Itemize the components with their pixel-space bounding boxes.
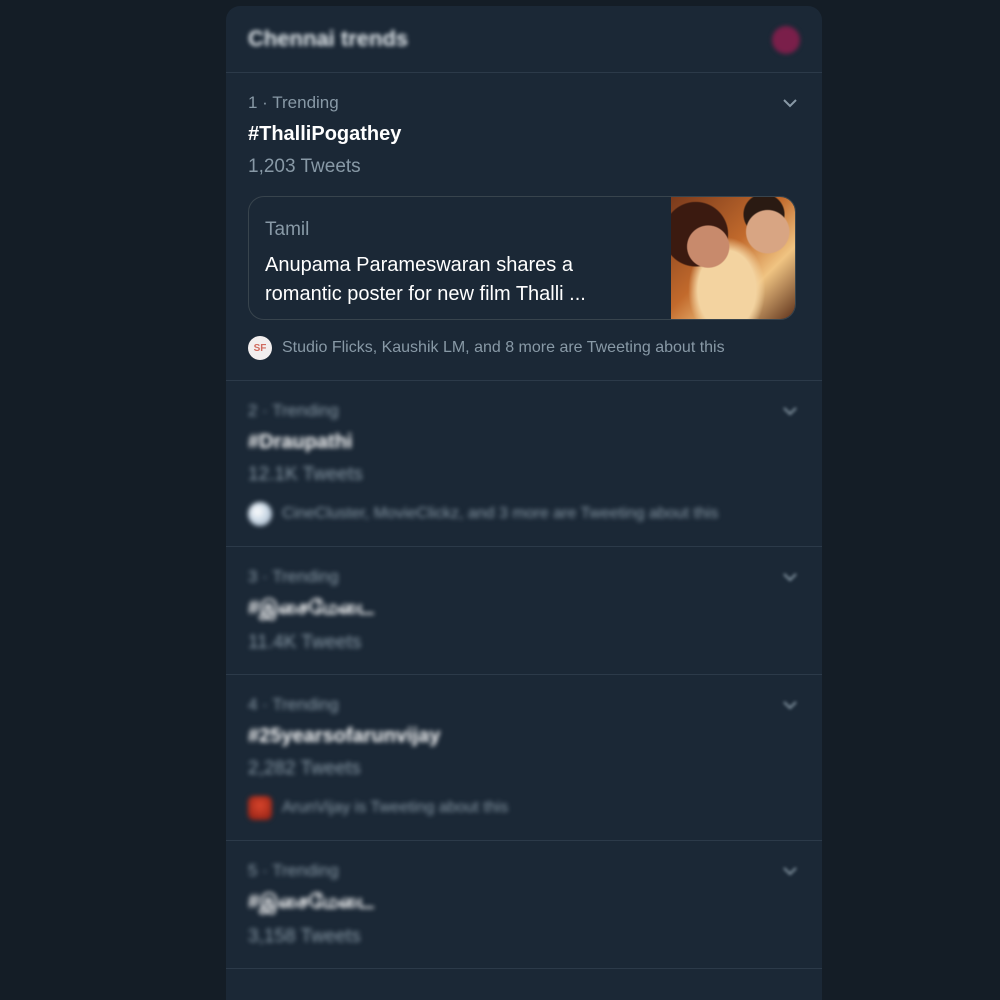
trend-name[interactable]: #Draupathi bbox=[248, 431, 800, 454]
news-card[interactable]: Tamil Anupama Parameswaran shares a roma… bbox=[248, 196, 796, 320]
trend-count: 1,203 Tweets bbox=[248, 156, 361, 177]
chevron-down-icon[interactable] bbox=[782, 863, 798, 879]
trend-item-3[interactable]: 3 · Trending #இசைமேடை 11.4K Tweets bbox=[226, 547, 822, 675]
trends-header: Chennai trends bbox=[226, 6, 822, 73]
trend-item-1[interactable]: 1 · Trending #ThalliPogathey 1,203 Tweet… bbox=[226, 73, 822, 381]
chevron-down-icon[interactable] bbox=[782, 403, 798, 419]
trend-name[interactable]: #இசைமேடை bbox=[248, 597, 800, 622]
trend-count: 3,158 Tweets bbox=[248, 926, 361, 947]
chevron-down-icon[interactable] bbox=[782, 569, 798, 585]
tweeting-about[interactable]: CineCluster, MovieClickz, and 3 more are… bbox=[248, 502, 800, 546]
tweeting-text: Studio Flicks, Kaushik LM, and 8 more ar… bbox=[282, 339, 725, 356]
trend-meta: 3 · Trending bbox=[248, 567, 339, 586]
tweeting-text: CineCluster, MovieClickz, and 3 more are… bbox=[282, 505, 719, 522]
gear-icon[interactable] bbox=[772, 26, 800, 54]
trend-meta: 2 · Trending bbox=[248, 401, 339, 420]
news-card-source: Tamil bbox=[265, 219, 310, 240]
news-card-image bbox=[671, 197, 795, 319]
trend-count: 2,282 Tweets bbox=[248, 758, 361, 779]
trend-item-5[interactable]: 5 · Trending #இசைமேடை 3,158 Tweets bbox=[226, 841, 822, 969]
trend-item-4[interactable]: 4 · Trending #25yearsofarunvijay 2,282 T… bbox=[226, 675, 822, 841]
trend-name[interactable]: #25yearsofarunvijay bbox=[248, 725, 800, 748]
avatar bbox=[248, 502, 272, 526]
trend-meta: 5 · Trending bbox=[248, 861, 339, 880]
trend-name[interactable]: #ThalliPogathey bbox=[248, 123, 800, 146]
trend-count: 12.1K Tweets bbox=[248, 464, 363, 485]
trend-item-2[interactable]: 2 · Trending #Draupathi 12.1K Tweets Cin… bbox=[226, 381, 822, 547]
news-card-headline[interactable]: Anupama Parameswaran shares a romantic p… bbox=[265, 251, 645, 309]
avatar: SF bbox=[248, 336, 272, 360]
tweeting-about[interactable]: ArunVijay is Tweeting about this bbox=[248, 796, 800, 840]
tweeting-about[interactable]: SF Studio Flicks, Kaushik LM, and 8 more… bbox=[248, 336, 800, 380]
chevron-down-icon[interactable] bbox=[782, 697, 798, 713]
chevron-down-icon[interactable] bbox=[782, 95, 798, 111]
avatar bbox=[248, 796, 272, 820]
trend-meta: 1 · Trending bbox=[248, 93, 339, 112]
trend-meta: 4 · Trending bbox=[248, 695, 339, 714]
trend-name[interactable]: #இசைமேடை bbox=[248, 891, 800, 916]
trend-count: 11.4K Tweets bbox=[248, 632, 362, 653]
tweeting-text: ArunVijay is Tweeting about this bbox=[282, 799, 509, 816]
trends-title: Chennai trends bbox=[248, 26, 409, 51]
trends-panel: Chennai trends 1 · Trending #ThalliPogat… bbox=[226, 6, 822, 1000]
